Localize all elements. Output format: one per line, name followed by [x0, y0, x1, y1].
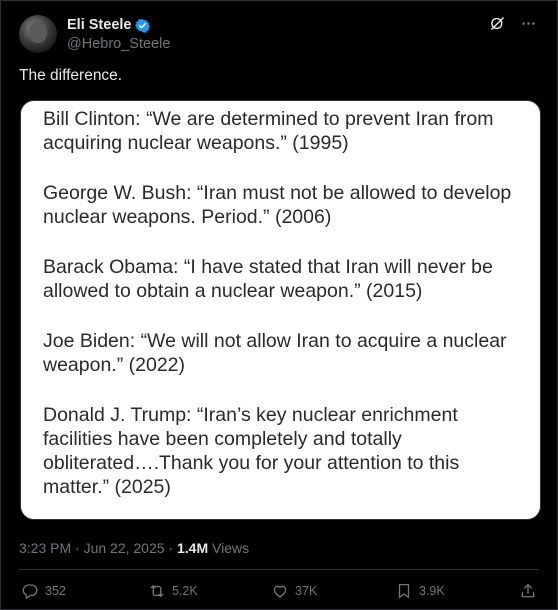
bookmark-count: 3.9K: [419, 584, 445, 598]
reply-icon: [22, 584, 38, 599]
bookmark-button[interactable]: 3.9K: [395, 582, 445, 600]
grok-icon[interactable]: [489, 15, 506, 32]
tweet-header: Eli Steele @Hebro_Steele: [19, 15, 543, 55]
quote-clinton: Bill Clinton: “We are determined to prev…: [43, 108, 494, 154]
tweet-meta: 3:23 PM · Jun 22, 2025 · 1.4M Views: [19, 540, 249, 556]
avatar[interactable]: [19, 15, 57, 53]
timestamp[interactable]: 3:23 PM · Jun 22, 2025 ·: [19, 540, 177, 556]
verified-badge-icon: [135, 18, 151, 33]
retweet-button[interactable]: 5.2K: [148, 582, 198, 600]
tweet-frame: Eli Steele @Hebro_Steele The difference.…: [0, 0, 558, 610]
quote-trump: Donald J. Trump: “Iran’s key nuclear enr…: [43, 404, 460, 498]
tweet-text: The difference.: [19, 67, 123, 84]
top-actions: [489, 15, 537, 32]
quote-biden: Joe Biden: “We will not allow Iran to ac…: [43, 330, 507, 376]
like-count: 37K: [295, 584, 318, 598]
name-row: Eli Steele: [67, 17, 151, 33]
handle[interactable]: @Hebro_Steele: [67, 36, 170, 52]
share-button[interactable]: [519, 582, 537, 600]
reply-count: 352: [45, 584, 66, 598]
like-icon: [273, 585, 287, 598]
divider: [19, 569, 539, 570]
action-bar: 352 5.2K 37K 3.9K: [21, 582, 539, 604]
views-label: Views: [208, 540, 250, 556]
reply-button[interactable]: 352: [21, 582, 66, 600]
share-icon: [521, 583, 535, 598]
retweet-count: 5.2K: [172, 584, 198, 598]
views-count: 1.4M: [176, 540, 209, 556]
quote-bush: George W. Bush: “Iran must not be allowe…: [43, 182, 512, 228]
attached-image[interactable]: Bill Clinton: “We are determined to prev…: [20, 100, 541, 520]
display-name[interactable]: Eli Steele: [67, 17, 131, 33]
bookmark-icon: [398, 583, 410, 599]
quote-obama: Barack Obama: “I have stated that Iran w…: [43, 256, 493, 302]
retweet-icon: [150, 585, 164, 597]
more-icon[interactable]: [520, 15, 537, 32]
like-button[interactable]: 37K: [271, 582, 317, 600]
